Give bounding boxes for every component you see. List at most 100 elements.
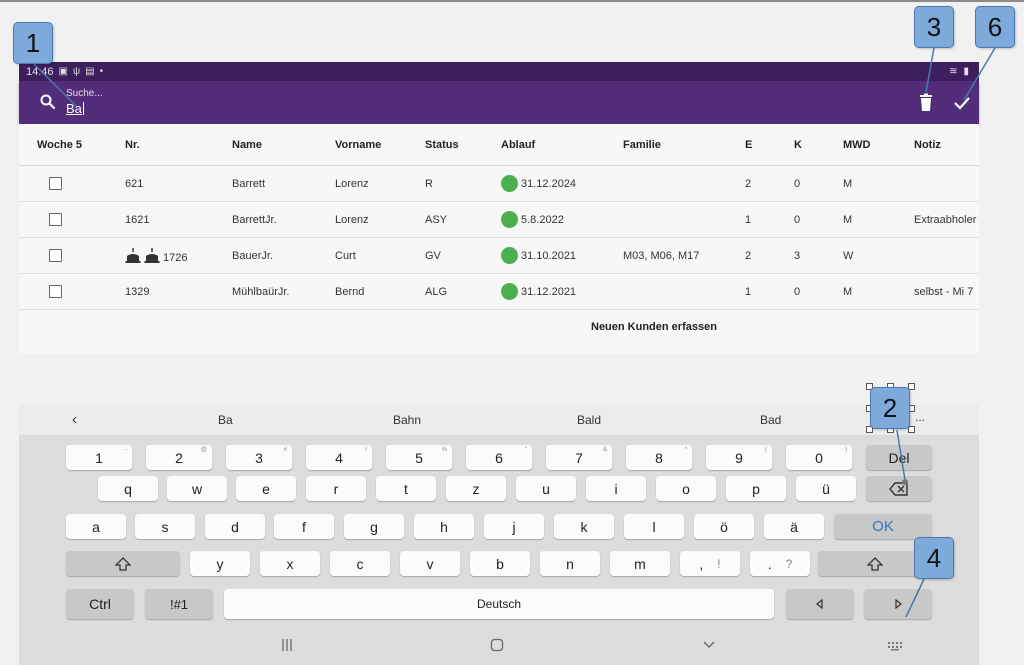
cell-ablauf-date: 31.12.2024 bbox=[521, 178, 577, 190]
cell-nr: 621 bbox=[125, 178, 144, 190]
text-caret bbox=[82, 102, 84, 115]
key-z[interactable]: z bbox=[446, 476, 506, 501]
delete-icon[interactable] bbox=[917, 93, 935, 113]
home-icon[interactable] bbox=[490, 638, 504, 652]
column-header[interactable]: Woche 5 bbox=[37, 139, 82, 151]
key-w[interactable]: w bbox=[167, 476, 227, 501]
key-y[interactable]: y bbox=[190, 551, 250, 576]
key-e[interactable]: e bbox=[236, 476, 296, 501]
key-x[interactable]: x bbox=[260, 551, 320, 576]
week-checkbox[interactable] bbox=[49, 285, 62, 298]
column-header[interactable]: Nr. bbox=[125, 139, 140, 151]
cell-nr: 1621 bbox=[125, 214, 150, 226]
ok-key[interactable]: OK bbox=[834, 514, 932, 539]
backspace-key[interactable] bbox=[866, 476, 932, 501]
column-header[interactable]: Notiz bbox=[914, 139, 941, 151]
suggestion-item[interactable]: Bad bbox=[760, 413, 781, 427]
key-i[interactable]: i bbox=[586, 476, 646, 501]
suggestion-item[interactable]: Ba bbox=[218, 413, 233, 427]
column-header[interactable]: Familie bbox=[623, 139, 661, 151]
cell-ablauf: 5.8.2022 bbox=[501, 211, 564, 228]
key-p[interactable]: p bbox=[726, 476, 786, 501]
suggestion-item[interactable]: Bahn bbox=[393, 413, 421, 427]
callout-badge: 2 bbox=[870, 387, 910, 429]
key-h[interactable]: h bbox=[414, 514, 474, 539]
system-nav-bar bbox=[19, 632, 979, 665]
more-icon[interactable]: ... bbox=[915, 410, 925, 424]
new-customer-button[interactable]: Neuen Kunden erfassen bbox=[591, 321, 717, 333]
week-checkbox[interactable] bbox=[49, 249, 62, 262]
space-key[interactable]: Deutsch bbox=[224, 589, 774, 619]
shift-left-key[interactable] bbox=[66, 551, 180, 576]
key-ue[interactable]: ü bbox=[796, 476, 856, 501]
ctrl-key[interactable]: Ctrl bbox=[66, 589, 134, 619]
screenshot-icon: ▤ bbox=[85, 66, 95, 77]
key-c[interactable]: c bbox=[330, 551, 390, 576]
key-m[interactable]: m bbox=[610, 551, 670, 576]
key-d[interactable]: d bbox=[205, 514, 265, 539]
table-row[interactable]: 1621 BarrettJr. Lorenz ASY 5.8.2022 1 0 … bbox=[19, 202, 979, 238]
key-0[interactable]: 0) bbox=[786, 445, 852, 470]
del-key[interactable]: Del bbox=[866, 445, 932, 470]
key-j[interactable]: j bbox=[484, 514, 544, 539]
cell-ablauf-date: 31.12.2021 bbox=[521, 286, 577, 298]
key-o[interactable]: o bbox=[656, 476, 716, 501]
search-icon[interactable] bbox=[39, 93, 57, 111]
table-row[interactable]: 1726 BauerJr. Curt GV 31.10.2021 M03, M0… bbox=[19, 238, 979, 274]
key-f[interactable]: f bbox=[274, 514, 334, 539]
image-icon: ▣ bbox=[58, 66, 68, 77]
key-n[interactable]: n bbox=[540, 551, 600, 576]
key-4[interactable]: 4/ bbox=[306, 445, 372, 470]
key-7[interactable]: 7 & bbox=[546, 445, 612, 470]
key-alt-char: ( bbox=[765, 447, 767, 453]
key-oe[interactable]: ö bbox=[694, 514, 754, 539]
key-6[interactable]: 6 " bbox=[466, 445, 532, 470]
column-header[interactable]: Vorname bbox=[335, 139, 381, 151]
column-header[interactable]: E bbox=[745, 139, 752, 151]
cell-vorname: Lorenz bbox=[335, 214, 369, 226]
week-checkbox[interactable] bbox=[49, 177, 62, 190]
key-2[interactable]: 2 @ bbox=[146, 445, 212, 470]
cursor-left-key[interactable] bbox=[786, 589, 854, 619]
key-a[interactable]: a bbox=[66, 514, 126, 539]
suggestion-item[interactable]: Bald bbox=[577, 413, 601, 427]
column-header[interactable]: Ablauf bbox=[501, 139, 535, 151]
search-input[interactable]: Ba bbox=[66, 101, 84, 116]
table-row[interactable]: 621 Barrett Lorenz R 31.12.2024 2 0 M bbox=[19, 166, 979, 202]
cell-ablauf: 31.10.2021 bbox=[501, 247, 576, 264]
key-comma[interactable]: ,! bbox=[680, 551, 740, 576]
key-alt-char: % bbox=[441, 447, 447, 453]
key-k[interactable]: k bbox=[554, 514, 614, 539]
key-char: . bbox=[767, 555, 772, 572]
column-header[interactable]: MWD bbox=[843, 139, 871, 151]
key-u[interactable]: u bbox=[516, 476, 576, 501]
key-t[interactable]: t bbox=[376, 476, 436, 501]
key-3[interactable]: 3 # bbox=[226, 445, 292, 470]
key-s[interactable]: s bbox=[135, 514, 195, 539]
week-checkbox[interactable] bbox=[49, 213, 62, 226]
column-header[interactable]: Name bbox=[232, 139, 262, 151]
column-header[interactable]: K bbox=[794, 139, 802, 151]
key-b[interactable]: b bbox=[470, 551, 530, 576]
check-icon[interactable] bbox=[952, 93, 972, 113]
symbols-key[interactable]: !#1 bbox=[145, 589, 213, 619]
key-q[interactable]: q bbox=[98, 476, 158, 501]
key-1[interactable]: 1- bbox=[66, 445, 132, 470]
key-5[interactable]: 5% bbox=[386, 445, 452, 470]
key-g[interactable]: g bbox=[344, 514, 404, 539]
chevron-left-icon[interactable]: ‹ bbox=[72, 411, 77, 428]
key-v[interactable]: v bbox=[400, 551, 460, 576]
keyboard-icon[interactable] bbox=[887, 641, 903, 651]
key-8[interactable]: 8 * bbox=[626, 445, 692, 470]
column-header[interactable]: Status bbox=[425, 139, 459, 151]
cursor-right-key[interactable] bbox=[864, 589, 932, 619]
key-ae[interactable]: ä bbox=[764, 514, 824, 539]
recent-apps-icon[interactable] bbox=[281, 638, 293, 652]
key-r[interactable]: r bbox=[306, 476, 366, 501]
key-period[interactable]: .? bbox=[750, 551, 810, 576]
cell-status: ALG bbox=[425, 286, 448, 298]
chevron-down-icon[interactable] bbox=[702, 638, 716, 652]
table-row[interactable]: 1329 MühlbaürJr. Bernd ALG 31.12.2021 1 … bbox=[19, 274, 979, 310]
key-l[interactable]: l bbox=[624, 514, 684, 539]
key-9[interactable]: 9( bbox=[706, 445, 772, 470]
